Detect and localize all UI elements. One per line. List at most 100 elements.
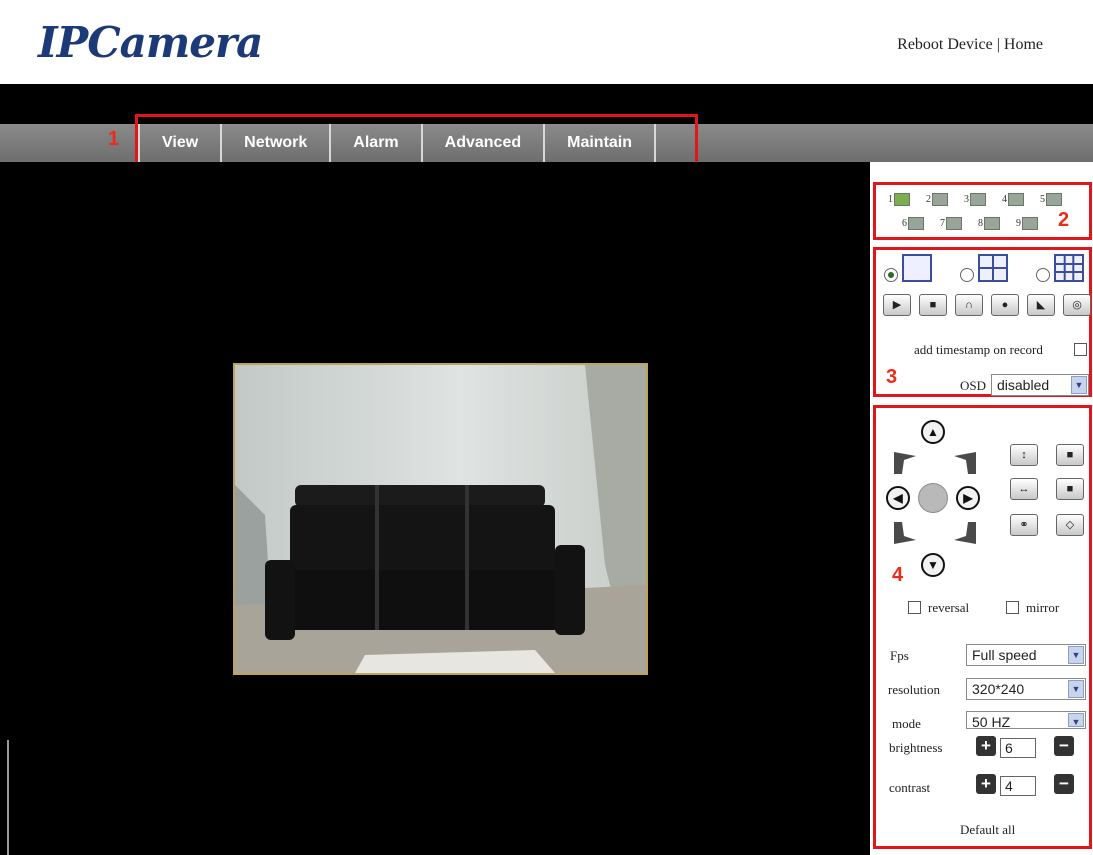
ptz-down-button[interactable]: ▼ — [921, 553, 945, 577]
camera-5-icon — [1046, 193, 1062, 206]
microphone-icon: ● — [1001, 299, 1009, 311]
layout-nine-icon — [1054, 254, 1084, 282]
camera-2-icon — [932, 193, 948, 206]
plus-icon: + — [981, 736, 991, 755]
layout-single-radio[interactable] — [884, 268, 898, 282]
osd-label: OSD — [960, 378, 987, 393]
camera-video-image — [235, 365, 646, 673]
ptz-settings-panel: ▲ ◀ ▶ ▼ 4 ↕ ■ ↔ ■ ⚭ ◇ reversal mirror Fp… — [873, 405, 1092, 849]
camera-item-4[interactable]: 4 — [1002, 193, 1024, 206]
snapshot-button[interactable]: ◎ — [1063, 294, 1091, 316]
mode-select[interactable]: 50 HZ ▼ — [966, 711, 1086, 730]
unlink-icon: ◇ — [1065, 519, 1075, 531]
ptz-up-right-button[interactable] — [952, 450, 978, 476]
stop-icon: ■ — [929, 299, 937, 311]
fps-select[interactable]: Full speed ▼ — [966, 644, 1086, 666]
ptz-up-left-button[interactable] — [892, 450, 918, 476]
ptz-down-right-button[interactable] — [952, 520, 978, 546]
app-logo: IPCamera — [38, 18, 263, 67]
headphones-icon: ∩ — [965, 299, 973, 311]
camera-item-5[interactable]: 5 — [1040, 193, 1062, 206]
annotation-number-3: 3 — [886, 366, 898, 388]
nine-grid-icon — [1056, 256, 1082, 280]
camera-1-icon — [894, 193, 910, 206]
play-button[interactable]: ▶ — [883, 294, 911, 316]
vertical-patrol-button[interactable]: ↕ — [1010, 444, 1038, 466]
reboot-device-link[interactable]: Reboot Device — [897, 36, 993, 53]
brightness-minus-button[interactable]: − — [1054, 736, 1074, 756]
link-separator: | — [992, 36, 1004, 53]
arrow-up-icon: ▲ — [927, 425, 939, 439]
ptz-down-left-button[interactable] — [892, 520, 918, 546]
horizontal-patrol-button[interactable]: ↔ — [1010, 478, 1038, 500]
vertical-stop-button[interactable]: ■ — [1056, 444, 1084, 466]
ptz-right-button[interactable]: ▶ — [956, 486, 980, 510]
osd-select[interactable]: disabled ▼ — [991, 374, 1089, 396]
arrow-right-icon: ▶ — [963, 491, 973, 505]
camera-video-feed — [233, 363, 648, 675]
camera-item-3[interactable]: 3 — [964, 193, 986, 206]
chevron-down-icon: ▼ — [1068, 713, 1084, 727]
timestamp-checkbox[interactable] — [1074, 343, 1087, 356]
camera-item-1[interactable]: 1 — [888, 193, 910, 206]
contrast-field[interactable]: 4 — [1000, 776, 1036, 796]
horizontal-stop-button[interactable]: ■ — [1056, 478, 1084, 500]
quad-grid-icon — [980, 256, 1006, 280]
contrast-label: contrast — [889, 780, 931, 795]
io-off-button[interactable]: ◇ — [1056, 514, 1084, 536]
stop-icon: ■ — [1066, 483, 1074, 495]
ptz-left-button[interactable]: ◀ — [886, 486, 910, 510]
link-icon: ⚭ — [1019, 519, 1029, 531]
chevron-down-icon: ▼ — [1071, 376, 1087, 394]
annotation-number-4: 4 — [892, 564, 904, 586]
video-camera-icon: ◣ — [1036, 299, 1046, 311]
mode-label: mode — [892, 716, 921, 731]
camera-4-icon — [1008, 193, 1024, 206]
home-link[interactable]: Home — [1004, 36, 1043, 53]
timestamp-label: add timestamp on record — [914, 342, 1043, 357]
contrast-plus-button[interactable]: + — [976, 774, 996, 794]
stop-icon: ■ — [1066, 449, 1074, 461]
record-button[interactable]: ◣ — [1027, 294, 1055, 316]
layout-single-icon — [902, 254, 932, 282]
talk-button[interactable]: ● — [991, 294, 1019, 316]
chevron-down-icon: ▼ — [1068, 646, 1084, 664]
reversal-label: reversal — [928, 600, 970, 615]
ptz-up-button[interactable]: ▲ — [921, 420, 945, 444]
brightness-label: brightness — [889, 740, 943, 755]
layout-quad-icon — [978, 254, 1008, 282]
layout-nine-radio[interactable] — [1036, 268, 1050, 282]
vertical-arrows-icon: ↕ — [1021, 449, 1027, 461]
mirror-checkbox[interactable] — [1006, 601, 1019, 614]
camera-select-panel: 1 2 3 4 5 6 7 8 9 2 — [873, 182, 1092, 240]
brightness-field[interactable]: 6 — [1000, 738, 1036, 758]
plus-icon: + — [981, 774, 991, 793]
camera-3-icon — [970, 193, 986, 206]
annotation-number-1: 1 — [108, 128, 120, 150]
camera-item-6[interactable]: 6 — [902, 217, 924, 230]
minus-icon: − — [1059, 774, 1069, 793]
camera-item-7[interactable]: 7 — [940, 217, 962, 230]
io-on-button[interactable]: ⚭ — [1010, 514, 1038, 536]
default-all-button[interactable]: Default all — [960, 822, 1015, 838]
camera-7-icon — [946, 217, 962, 230]
play-icon: ▶ — [892, 299, 902, 311]
contrast-minus-button[interactable]: − — [1054, 774, 1074, 794]
annotation-number-2: 2 — [1058, 209, 1070, 231]
camera-item-9[interactable]: 9 — [1016, 217, 1038, 230]
mirror-label: mirror — [1026, 600, 1060, 615]
audio-button[interactable]: ∩ — [955, 294, 983, 316]
layout-quad-radio[interactable] — [960, 268, 974, 282]
camera-snapshot-icon: ◎ — [1072, 299, 1082, 311]
resolution-select[interactable]: 320*240 ▼ — [966, 678, 1086, 700]
camera-9-icon — [1022, 217, 1038, 230]
reversal-checkbox[interactable] — [908, 601, 921, 614]
chevron-down-icon: ▼ — [1068, 680, 1084, 698]
ptz-center-button[interactable] — [918, 483, 948, 513]
minus-icon: − — [1059, 736, 1069, 755]
camera-item-2[interactable]: 2 — [926, 193, 948, 206]
brightness-plus-button[interactable]: + — [976, 736, 996, 756]
arrow-down-icon: ▼ — [927, 558, 939, 572]
camera-item-8[interactable]: 8 — [978, 217, 1000, 230]
stop-button[interactable]: ■ — [919, 294, 947, 316]
